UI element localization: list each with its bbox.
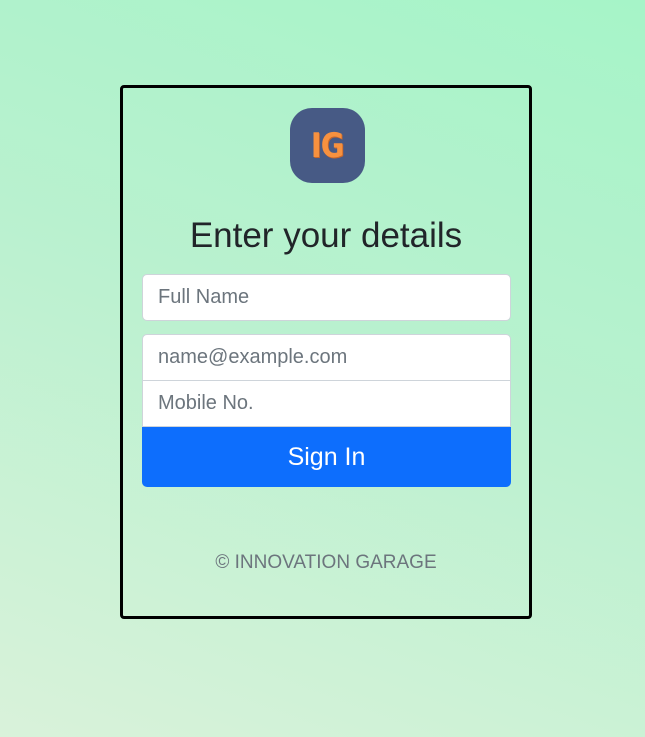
sign-in-card: IG Enter your details Sign In © INNOVATI… (120, 85, 532, 619)
brand-logo-text: IG (311, 125, 345, 166)
sign-in-button[interactable]: Sign In (142, 427, 511, 487)
form-title: Enter your details (189, 216, 463, 255)
brand-logo: IG (290, 108, 365, 183)
email-input[interactable] (142, 334, 511, 381)
full-name-input[interactable] (142, 274, 511, 321)
mobile-input[interactable] (142, 380, 511, 427)
copyright-footer: © INNOVATION GARAGE (215, 552, 437, 573)
